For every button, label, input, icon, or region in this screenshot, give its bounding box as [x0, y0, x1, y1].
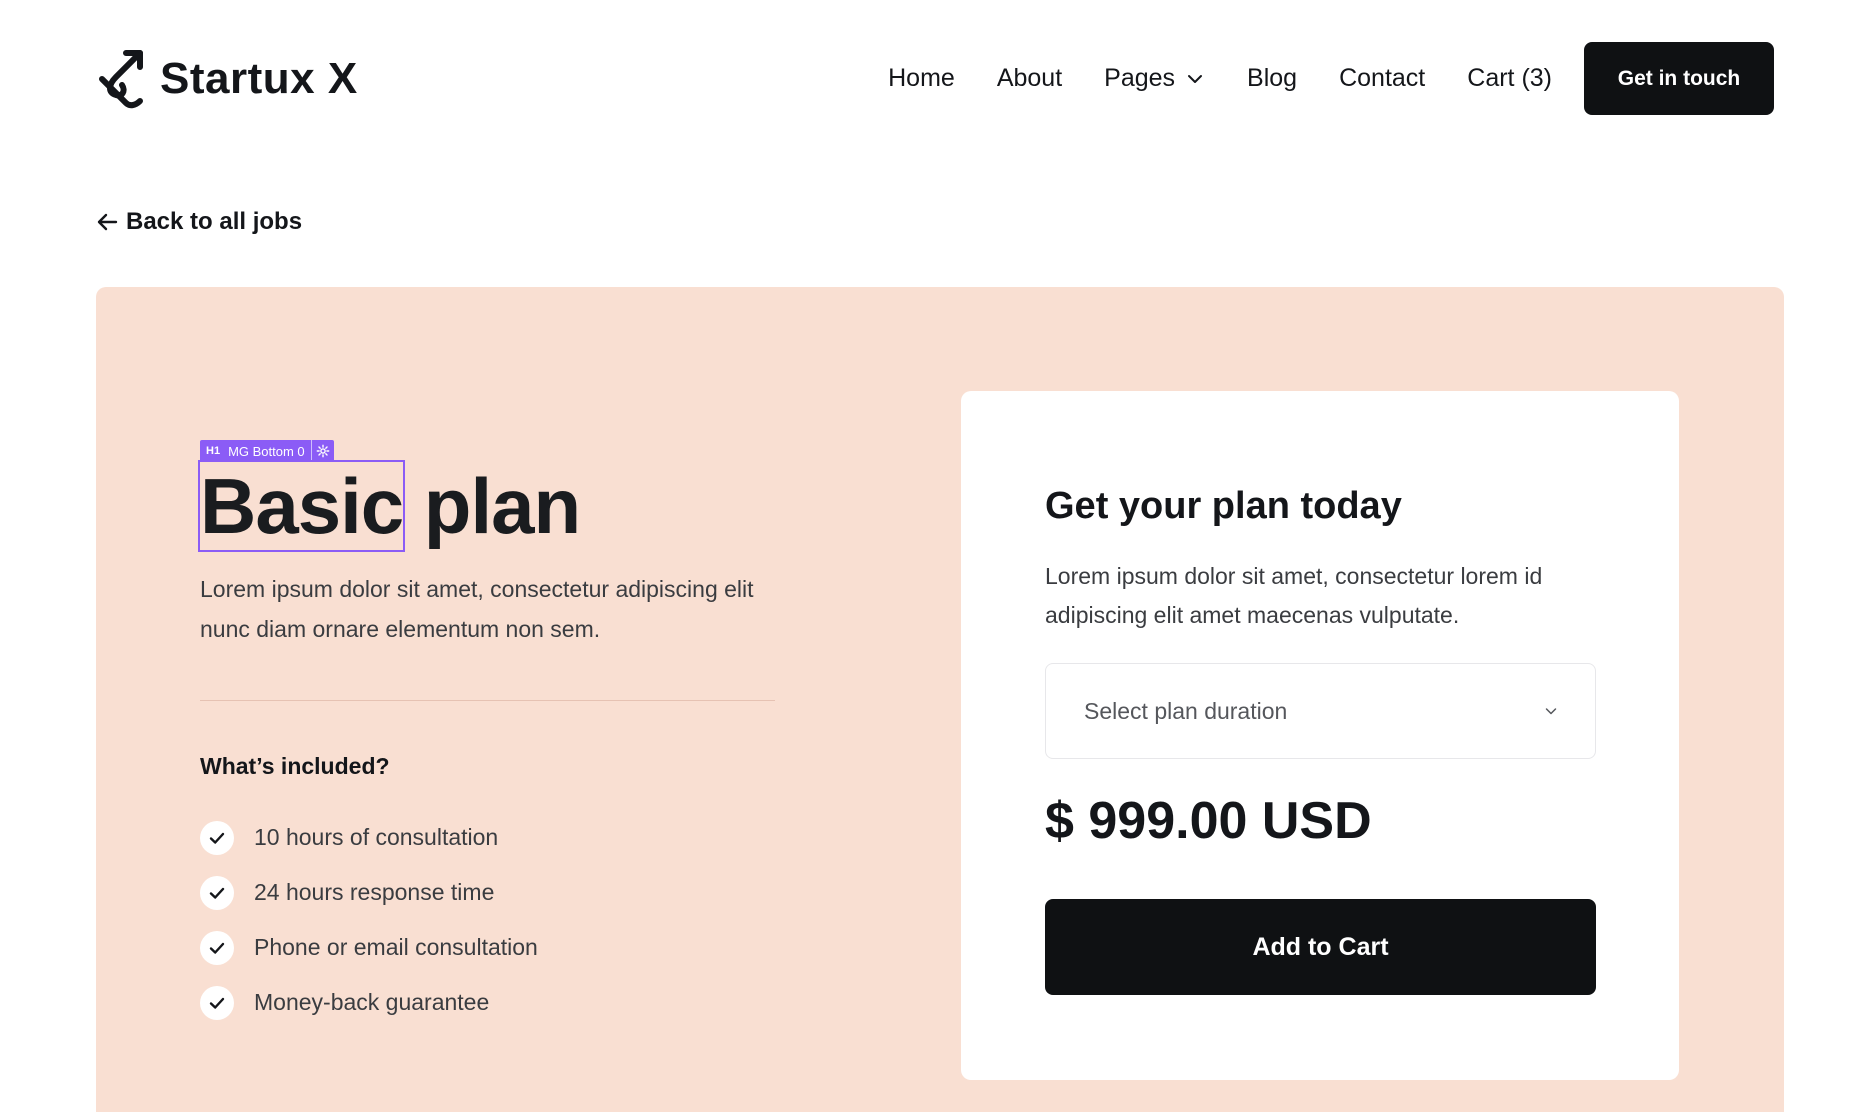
feature-label: 10 hours of consultation	[254, 824, 499, 850]
nav-cart[interactable]: Cart (3)	[1467, 64, 1552, 93]
arrow-left-icon	[97, 213, 118, 231]
feature-label: 24 hours response time	[254, 879, 495, 905]
price: $ 999.00 USD	[1045, 792, 1372, 850]
feature-list: 10 hours of consultation 24 hours respon…	[200, 810, 538, 1030]
main-nav: Home About Pages Blog Contact Cart (3) G…	[888, 42, 1774, 115]
feature-label: Phone or email consultation	[254, 934, 538, 960]
nav-home[interactable]: Home	[888, 64, 955, 93]
divider	[200, 700, 775, 701]
back-to-jobs-link[interactable]: Back to all jobs	[96, 207, 302, 237]
nav-blog[interactable]: Blog	[1247, 64, 1297, 93]
plan-title: Basic plan	[197, 460, 581, 552]
link-logo-icon	[99, 50, 143, 109]
purchase-card: Get your plan today Lorem ipsum dolor si…	[961, 391, 1679, 1080]
list-item: Money-back guarantee	[200, 975, 538, 1030]
editor-tag-label: MG Bottom 0	[228, 443, 305, 459]
site-header: Startux X Home About Pages Blog Contact …	[0, 0, 1868, 155]
logo-link[interactable]: Startux X	[96, 48, 358, 110]
editor-tag-type: H1	[206, 445, 221, 457]
plan-hero-panel: H1 MG Bottom 0 Basic plan Lorem ipsum do…	[96, 287, 1784, 1112]
logo-text: Startux X	[160, 54, 358, 103]
list-item: 10 hours of consultation	[200, 810, 538, 865]
chevron-down-icon	[1545, 708, 1557, 715]
feature-label: Money-back guarantee	[254, 989, 490, 1015]
included-heading: What’s included?	[200, 753, 390, 779]
plan-description: Lorem ipsum dolor sit amet, consectetur …	[200, 576, 754, 642]
list-item: 24 hours response time	[200, 865, 538, 920]
nav-contact[interactable]: Contact	[1339, 64, 1425, 93]
nav-about[interactable]: About	[997, 64, 1062, 93]
nav-pages-label: Pages	[1104, 64, 1176, 92]
select-placeholder: Select plan duration	[1084, 697, 1288, 724]
check-icon	[200, 930, 234, 965]
check-icon	[200, 985, 234, 1020]
card-description: Lorem ipsum dolor sit amet, consectetur …	[1045, 563, 1543, 628]
chevron-down-icon	[1188, 74, 1203, 83]
list-item: Phone or email consultation	[200, 920, 538, 975]
card-title: Get your plan today	[1045, 485, 1402, 527]
plan-duration-select[interactable]: Select plan duration	[1045, 663, 1596, 759]
check-icon	[200, 875, 234, 910]
back-link-label: Back to all jobs	[126, 208, 303, 235]
nav-pages-dropdown[interactable]: Pages	[1104, 64, 1205, 93]
title-rest: plan	[403, 462, 581, 550]
check-icon	[200, 820, 234, 855]
editor-element-tag[interactable]: H1 MG Bottom 0	[200, 440, 334, 462]
gear-icon[interactable]	[310, 440, 334, 462]
add-to-cart-button[interactable]: Add to Cart	[1045, 899, 1596, 995]
selected-title-word[interactable]: Basic	[197, 460, 406, 552]
get-in-touch-button[interactable]: Get in touch	[1584, 42, 1774, 115]
